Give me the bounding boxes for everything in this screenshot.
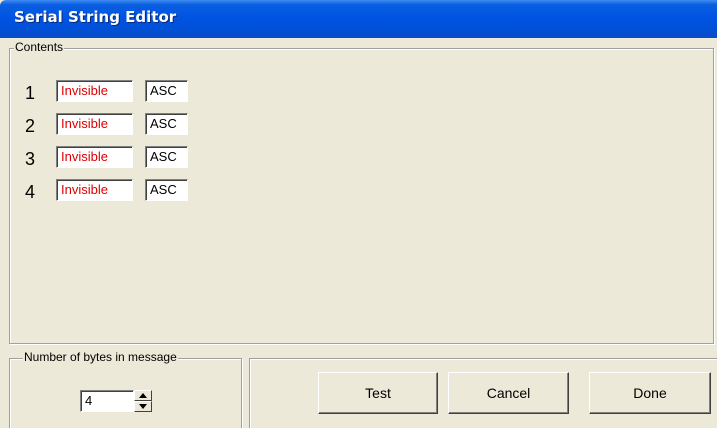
row-format-field[interactable]: ASC <box>145 113 188 135</box>
arrow-up-icon <box>139 393 147 398</box>
test-button[interactable]: Test <box>318 372 438 414</box>
row-format-field[interactable]: ASC <box>145 146 188 168</box>
dialog-client-area: Contents 1 Invisible ASC 2 Invisible ASC… <box>5 38 717 428</box>
bytes-count-input[interactable]: 4 <box>80 390 134 412</box>
serial-string-editor-window: Serial String Editor Contents 1 Invisibl… <box>0 0 717 428</box>
row-format-field[interactable]: ASC <box>145 179 188 201</box>
row-value-field[interactable]: Invisible <box>56 113 133 135</box>
title-bar[interactable]: Serial String Editor <box>0 0 717 38</box>
row-value-field[interactable]: Invisible <box>56 146 133 168</box>
window-title: Serial String Editor <box>14 8 177 26</box>
row-value-field[interactable]: Invisible <box>56 179 133 201</box>
cancel-button[interactable]: Cancel <box>448 372 569 414</box>
row-format-field[interactable]: ASC <box>145 80 188 102</box>
row-number: 1 <box>25 83 36 103</box>
arrow-down-icon <box>139 404 147 409</box>
bytes-legend: Number of bytes in message <box>23 350 178 364</box>
done-button[interactable]: Done <box>589 372 711 414</box>
row-number: 3 <box>25 149 36 169</box>
row-number: 2 <box>25 116 36 136</box>
contents-legend: Contents <box>14 40 65 54</box>
row-number: 4 <box>25 182 36 202</box>
spin-up-button[interactable] <box>134 390 152 401</box>
spin-down-button[interactable] <box>134 401 152 412</box>
row-value-field[interactable]: Invisible <box>56 80 133 102</box>
